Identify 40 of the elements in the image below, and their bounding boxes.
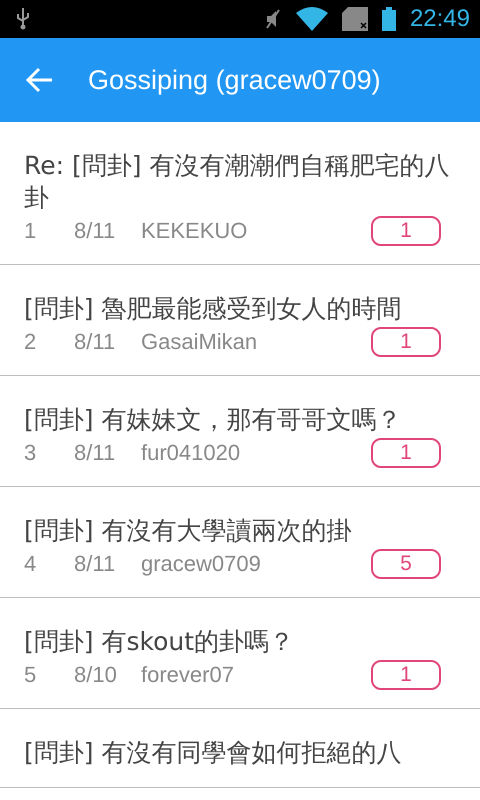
battery-icon [382,7,396,31]
sim-icon [342,7,368,31]
post-date: 8/11 [74,440,116,466]
post-title: Re: [問卦] 有沒有潮潮們自稱肥宅的八卦 [24,150,450,214]
post-item[interactable]: [問卦] 魯肥最能感受到女人的時間 2 8/11 GasaiMikan 1 [0,265,480,376]
post-title: [問卦] 有沒有大學讀兩次的掛 [24,515,352,547]
post-title: [問卦] 魯肥最能感受到女人的時間 [24,293,402,325]
post-author: forever07 [141,662,235,688]
post-author: KEKEKUO [141,218,248,244]
board-title: Gossiping (gracew0709) [88,64,381,96]
clock: 22:49 [410,5,470,33]
post-item[interactable]: [問卦] 有妹妹文，那有哥哥文嗎？ 3 8/11 fur041020 1 [0,376,480,487]
post-number: 3 [24,440,38,466]
post-author: gracew0709 [141,551,262,577]
post-title: [問卦] 有skout的卦嗎？ [24,626,296,658]
post-author: fur041020 [141,440,242,466]
post-number: 1 [24,218,38,244]
post-date: 8/11 [74,551,116,577]
post-number: 5 [24,662,38,688]
count-badge: 1 [371,327,441,357]
post-date: 8/11 [74,329,116,355]
count-badge: 5 [371,549,441,579]
post-item[interactable]: [問卦] 有skout的卦嗎？ 5 8/10 forever07 1 [0,598,480,709]
post-date: 8/10 [74,662,118,688]
back-arrow-icon[interactable] [24,65,54,95]
post-item[interactable]: [問卦] 有沒有同學會如何拒絕的八 [0,709,480,788]
count-badge: 1 [371,216,441,246]
mute-icon [264,8,282,30]
post-number: 2 [24,329,38,355]
post-date: 8/11 [74,218,116,244]
usb-icon [16,8,30,30]
wifi-icon [296,7,328,31]
count-badge: 1 [371,438,441,468]
post-title: [問卦] 有沒有同學會如何拒絕的八 [24,737,402,769]
post-title: [問卦] 有妹妹文，那有哥哥文嗎？ [24,404,402,436]
count-badge: 1 [371,660,441,690]
post-item[interactable]: Re: [問卦] 有沒有潮潮們自稱肥宅的八卦 1 8/11 KEKEKUO 1 [0,122,480,265]
post-item[interactable]: [問卦] 有沒有大學讀兩次的掛 4 8/11 gracew0709 5 [0,487,480,598]
post-author: GasaiMikan [141,329,258,355]
post-number: 4 [24,551,38,577]
